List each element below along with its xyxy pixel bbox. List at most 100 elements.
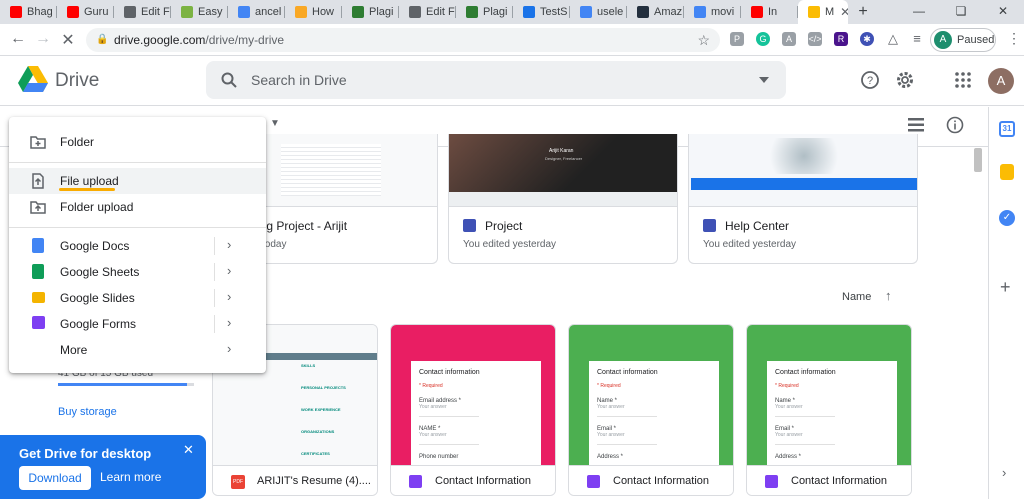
browser-tab[interactable]: Plagi [456, 0, 513, 24]
highlight-underline [59, 188, 115, 191]
list-view-icon[interactable] [908, 118, 924, 132]
info-icon[interactable] [946, 116, 964, 134]
file-card-form[interactable]: Contact information * Required Name * You… [568, 324, 734, 496]
expand-panel-chevron-icon[interactable]: › [1002, 465, 1006, 480]
browser-tab[interactable]: How [285, 0, 342, 24]
browser-tab-label: Amaz [654, 6, 683, 18]
browser-tab[interactable]: Edit F [114, 0, 171, 24]
search-box[interactable]: Search in Drive [206, 61, 786, 99]
menu-item-more[interactable]: More › [9, 337, 266, 363]
menu-item-file-upload[interactable]: File upload [9, 168, 266, 194]
calendar-icon[interactable]: 31 [999, 121, 1015, 137]
menu-item-folder-upload[interactable]: Folder upload [9, 194, 266, 220]
address-bar[interactable]: 🔒 drive.google.com/drive/my-drive ☆ [86, 28, 720, 52]
browser-tab[interactable]: Easy [171, 0, 228, 24]
keep-icon[interactable] [1000, 164, 1014, 180]
browser-tab[interactable]: TestS [513, 0, 570, 24]
account-avatar[interactable]: A [988, 68, 1014, 94]
close-window-icon[interactable]: ✕ [982, 0, 1024, 24]
file-name: Contact Information [435, 475, 531, 487]
file-thumbnail [689, 134, 917, 206]
chevron-right-icon[interactable]: › [227, 263, 231, 278]
sort-by-name-button[interactable]: Name [842, 291, 871, 303]
menu-item-folder[interactable]: Folder [9, 129, 266, 155]
chevron-down-icon[interactable]: ▼ [270, 118, 280, 129]
browser-tab[interactable]: Edit F [399, 0, 456, 24]
browser-tab[interactable]: M ✕ [798, 0, 848, 24]
browser-tab-label: Bhag [27, 6, 53, 18]
profile-button[interactable]: A Paused [930, 28, 996, 52]
settings-gear-icon[interactable] [895, 70, 915, 90]
menu-item-google-sheets[interactable]: Google Sheets › [9, 259, 266, 285]
app-name[interactable]: Drive [55, 70, 99, 92]
menu-item-google-slides[interactable]: Google Slides › [9, 285, 266, 311]
apps-grid-icon[interactable] [953, 70, 973, 90]
thumbnail-subtitle: Designer, Freelancer [545, 156, 583, 161]
bookmark-star-icon[interactable]: ☆ [697, 28, 710, 52]
learn-more-link[interactable]: Learn more [100, 470, 161, 484]
extensions-puzzle-icon[interactable]: △ [886, 32, 900, 46]
extension-code-icon[interactable]: </> [808, 32, 822, 46]
extension-gear-icon[interactable]: ✱ [860, 32, 874, 46]
minimize-icon[interactable]: — [898, 0, 940, 24]
scrollbar[interactable] [974, 148, 982, 172]
browser-tab[interactable]: movi [684, 0, 741, 24]
browser-tab-label: TestS [540, 6, 568, 18]
quick-access-card[interactable]: Help Center You edited yesterday [688, 134, 918, 264]
file-card-form[interactable]: Contact information * Required Name * You… [746, 324, 912, 496]
drive-icon [808, 6, 820, 18]
plagiarism-icon [466, 6, 478, 18]
menu-item-google-forms[interactable]: Google Forms › [9, 311, 266, 337]
add-addons-icon[interactable]: + [1000, 277, 1011, 298]
grammarly-icon[interactable]: G [756, 32, 770, 46]
extension-icon[interactable]: A [782, 32, 796, 46]
browser-tab[interactable]: Amaz [627, 0, 684, 24]
stop-loading-icon[interactable]: ✕ [58, 30, 78, 50]
chevron-right-icon[interactable]: › [227, 341, 231, 356]
menu-item-google-docs[interactable]: Google Docs › [9, 233, 266, 259]
extension-pdf-icon[interactable]: P [730, 32, 744, 46]
file-card-form[interactable]: Contact information * Required Email add… [390, 324, 556, 496]
browser-tab-label: How [312, 6, 335, 18]
browser-tab[interactable]: Guru [57, 0, 114, 24]
browser-tab-label: ancel [255, 6, 282, 18]
browser-tab[interactable]: Bhag [0, 0, 57, 24]
sort-arrow-up-icon[interactable]: ↑ [885, 288, 892, 303]
menu-divider [9, 162, 266, 163]
extension-ai-icon[interactable]: R [834, 32, 848, 46]
chevron-right-icon[interactable]: › [227, 315, 231, 330]
search-icon[interactable] [221, 72, 237, 88]
menu-separator [214, 237, 215, 255]
forms-icon [32, 316, 45, 329]
tasks-icon[interactable]: ✓ [999, 210, 1015, 226]
browser-tab[interactable]: Plagi [342, 0, 399, 24]
chevron-right-icon[interactable]: › [227, 237, 231, 252]
menu-item-label: Folder [60, 135, 95, 149]
browser-tab-label: M [825, 6, 835, 18]
browser-tab[interactable]: ancel [228, 0, 285, 24]
close-tab-icon[interactable]: ✕ [840, 5, 848, 19]
browser-tab[interactable]: usele [570, 0, 627, 24]
file-footer: Contact Information [391, 465, 555, 495]
sites-file-icon [703, 219, 716, 232]
buy-storage-link[interactable]: Buy storage [58, 406, 117, 418]
drive-logo-icon[interactable] [18, 66, 48, 92]
folder-upload-icon [30, 201, 46, 214]
help-icon[interactable]: ? [860, 70, 880, 90]
media-queue-icon[interactable]: ≡ [910, 32, 924, 46]
browser-toolbar: ← → ✕ 🔒 drive.google.com/drive/my-drive … [0, 24, 1024, 56]
file-footer: Contact Information [747, 465, 911, 495]
browser-tab-label: Plagi [483, 6, 508, 18]
back-icon[interactable]: ← [8, 30, 28, 48]
forward-icon[interactable]: → [33, 30, 53, 48]
download-button[interactable]: Download [19, 466, 91, 490]
new-tab-button[interactable]: + [848, 0, 878, 24]
restore-icon[interactable]: ❏ [940, 0, 982, 24]
quick-access-card[interactable]: Arijit Karan Designer, Freelancer Projec… [448, 134, 678, 264]
browser-tab[interactable]: In [741, 0, 798, 24]
sites-file-icon [463, 219, 476, 232]
close-icon[interactable]: ✕ [183, 442, 194, 458]
search-options-icon[interactable] [759, 77, 769, 83]
chevron-right-icon[interactable]: › [227, 289, 231, 304]
browser-menu-icon[interactable]: ⋮ [1004, 30, 1024, 47]
